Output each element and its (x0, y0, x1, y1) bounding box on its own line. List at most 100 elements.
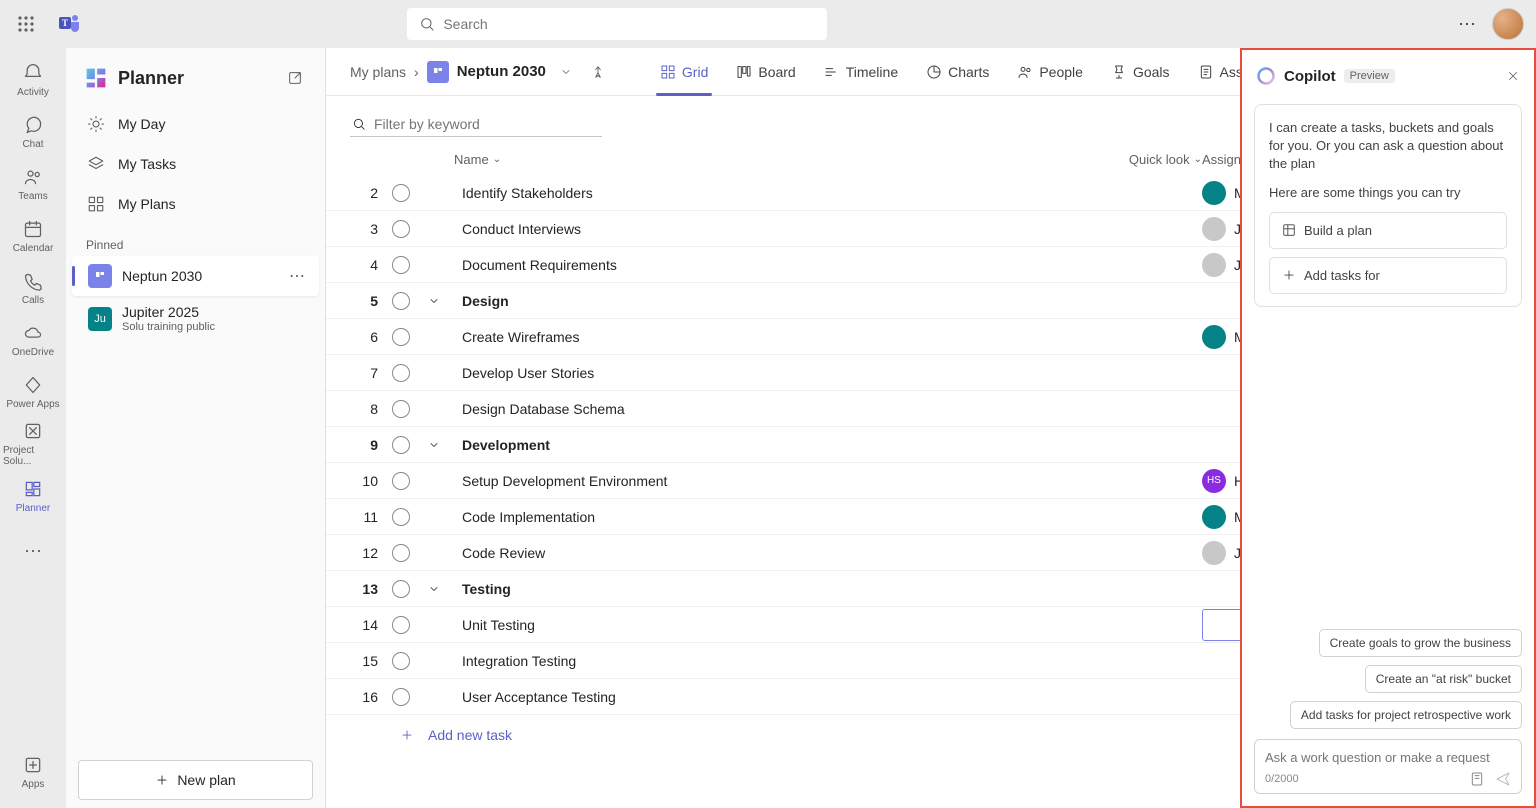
task-name[interactable]: Create Wireframes (454, 329, 579, 345)
chevron-down-icon[interactable] (428, 439, 440, 451)
sidebar-item-myplans[interactable]: My Plans (66, 184, 325, 224)
row-number: 5 (350, 293, 392, 309)
copilot-intro-card: I can create a tasks, buckets and goals … (1254, 104, 1522, 307)
task-name[interactable]: Conduct Interviews (454, 221, 581, 237)
copilot-suggestion-build-plan[interactable]: Build a plan (1269, 212, 1507, 249)
chevron-down-icon[interactable] (428, 583, 440, 595)
plus-icon (1282, 268, 1296, 282)
sidebar-item-myday[interactable]: My Day (66, 104, 325, 144)
pinned-section-label: Pinned (66, 224, 325, 256)
task-name[interactable]: Design (454, 293, 509, 309)
complete-toggle[interactable] (392, 652, 428, 670)
topbar: T ⋯ (0, 0, 1536, 48)
row-number: 9 (350, 437, 392, 453)
complete-toggle[interactable] (392, 436, 428, 454)
plus-icon (400, 728, 414, 742)
complete-toggle[interactable] (392, 364, 428, 382)
row-number: 8 (350, 401, 392, 417)
task-name[interactable]: Development (454, 437, 550, 453)
task-name[interactable]: Code Review (454, 545, 545, 561)
rail-apps[interactable]: Apps (3, 746, 63, 796)
tab-timeline[interactable]: Timeline (810, 48, 912, 96)
task-name[interactable]: Identify Stakeholders (454, 185, 593, 201)
pinned-plan-jupiter[interactable]: Ju Jupiter 2025Solu training public (72, 296, 319, 342)
complete-toggle[interactable] (392, 220, 428, 238)
copilot-suggestion-add-tasks[interactable]: Add tasks for (1269, 257, 1507, 294)
task-name[interactable]: Testing (454, 581, 511, 597)
row-number: 16 (350, 689, 392, 705)
sidebar-item-mytasks[interactable]: My Tasks (66, 144, 325, 184)
pinned-plan-neptun[interactable]: Neptun 2030 ⋯ (72, 256, 319, 296)
global-search-input[interactable] (443, 16, 815, 32)
complete-toggle[interactable] (392, 328, 428, 346)
copilot-chip[interactable]: Create goals to grow the business (1319, 629, 1522, 657)
tab-charts[interactable]: Charts (912, 48, 1003, 96)
rail-calendar[interactable]: Calendar (3, 210, 63, 260)
breadcrumb-root[interactable]: My plans (350, 64, 406, 80)
rail-chat[interactable]: Chat (3, 106, 63, 156)
row-number: 15 (350, 653, 392, 669)
rail-more[interactable]: ⋯ (3, 526, 63, 576)
task-name[interactable]: Design Database Schema (454, 401, 625, 417)
task-name[interactable]: Document Requirements (454, 257, 617, 273)
task-name[interactable]: Setup Development Environment (454, 473, 667, 489)
complete-toggle[interactable] (392, 472, 428, 490)
popout-icon[interactable] (281, 64, 309, 92)
task-name[interactable]: Integration Testing (454, 653, 576, 669)
complete-toggle[interactable] (392, 400, 428, 418)
rail-planner[interactable]: Planner (3, 470, 63, 520)
pin-icon[interactable] (586, 60, 610, 84)
complete-toggle[interactable] (392, 292, 428, 310)
row-number: 11 (350, 509, 392, 525)
task-name[interactable]: Develop User Stories (454, 365, 594, 381)
rail-calls[interactable]: Calls (3, 262, 63, 312)
chevron-down-icon[interactable] (428, 295, 440, 307)
plan-more-icon[interactable]: ⋯ (289, 266, 305, 286)
complete-toggle[interactable] (392, 688, 428, 706)
user-avatar[interactable] (1492, 8, 1524, 40)
copilot-chip[interactable]: Create an "at risk" bucket (1365, 665, 1522, 693)
task-name[interactable]: Unit Testing (454, 617, 535, 633)
app-launcher-icon[interactable] (12, 10, 40, 38)
filter-input[interactable] (374, 116, 600, 132)
complete-toggle[interactable] (392, 184, 428, 202)
complete-toggle[interactable] (392, 544, 428, 562)
complete-toggle[interactable] (392, 508, 428, 526)
notebook-icon[interactable] (1469, 771, 1485, 787)
tab-grid[interactable]: Grid (646, 48, 722, 96)
complete-toggle[interactable] (392, 256, 428, 274)
rail-powerapps[interactable]: Power Apps (3, 366, 63, 416)
main-content: My plans › Neptun 2030 Grid Board Timeli… (326, 48, 1536, 808)
task-name[interactable]: Code Implementation (454, 509, 595, 525)
complete-toggle[interactable] (392, 580, 428, 598)
rail-onedrive[interactable]: OneDrive (3, 314, 63, 364)
col-name[interactable]: Name⌄ (446, 152, 1092, 167)
plan-badge-icon: Ju (88, 307, 112, 331)
row-number: 6 (350, 329, 392, 345)
rail-teams[interactable]: Teams (3, 158, 63, 208)
send-icon[interactable] (1495, 771, 1511, 787)
tab-board[interactable]: Board (722, 48, 809, 96)
new-plan-button[interactable]: New plan (78, 760, 313, 800)
row-number: 13 (350, 581, 392, 597)
close-icon[interactable] (1506, 69, 1520, 83)
more-options-button[interactable]: ⋯ (1458, 14, 1476, 35)
tab-people[interactable]: People (1003, 48, 1097, 96)
plan-title: Neptun 2030 (457, 63, 546, 80)
copilot-input-box[interactable]: 0/2000 (1254, 739, 1522, 794)
complete-toggle[interactable] (392, 616, 428, 634)
chevron-down-icon[interactable] (554, 60, 578, 84)
row-number: 10 (350, 473, 392, 489)
task-name[interactable]: User Acceptance Testing (454, 689, 616, 705)
copilot-title: Copilot (1284, 68, 1336, 85)
global-search[interactable] (407, 8, 827, 40)
copilot-chip[interactable]: Add tasks for project retrospective work (1290, 701, 1522, 729)
rail-activity[interactable]: Activity (3, 54, 63, 104)
copilot-input[interactable] (1265, 750, 1511, 765)
tab-goals[interactable]: Goals (1097, 48, 1184, 96)
filter-input-container[interactable] (350, 112, 602, 137)
plan-chip-icon (427, 61, 449, 83)
col-quicklook[interactable]: Quick look⌄ (1092, 152, 1202, 167)
chevron-right-icon: › (414, 64, 419, 80)
rail-project-solution[interactable]: Project Solu... (3, 418, 63, 468)
